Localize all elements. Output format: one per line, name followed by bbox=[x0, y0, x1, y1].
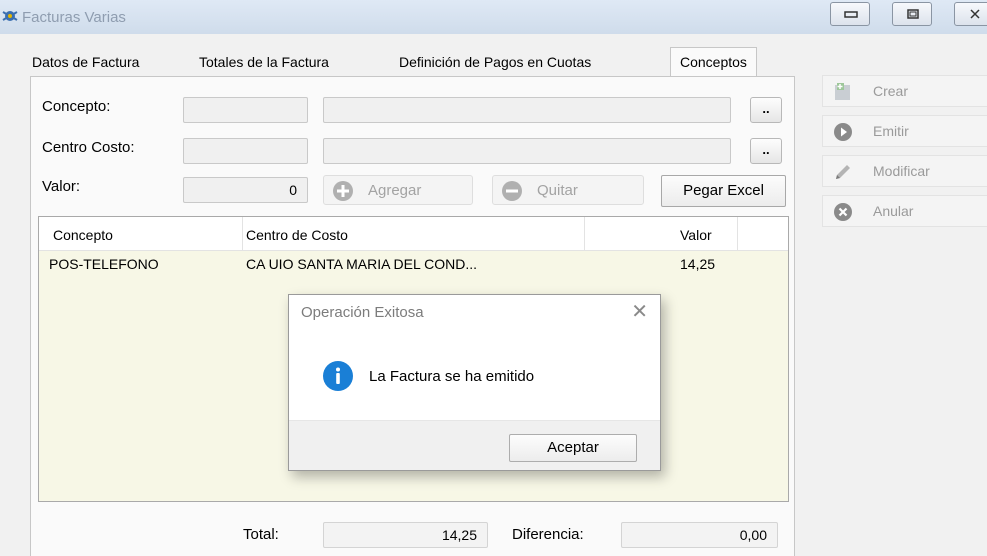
dialog-title: Operación Exitosa bbox=[301, 304, 424, 321]
emitir-button[interactable]: Emitir bbox=[822, 115, 987, 147]
tab-datos-factura[interactable]: Datos de Factura bbox=[28, 49, 143, 75]
centro-costo-description-input[interactable] bbox=[323, 138, 731, 164]
close-icon bbox=[970, 9, 980, 19]
concepto-label: Concepto: bbox=[42, 98, 111, 115]
pegar-excel-button[interactable]: Pegar Excel bbox=[661, 175, 786, 207]
total-label: Total: bbox=[243, 526, 279, 543]
grid-cell-valor[interactable]: 14,25 bbox=[680, 256, 715, 272]
centro-costo-label: Centro Costo: bbox=[42, 139, 135, 156]
quitar-button[interactable]: Quitar bbox=[492, 175, 644, 205]
crear-label: Crear bbox=[873, 83, 909, 99]
remove-icon bbox=[502, 181, 522, 201]
title-bar: Facturas Varias bbox=[0, 0, 987, 34]
info-icon bbox=[323, 361, 353, 391]
minimize-icon bbox=[844, 11, 858, 18]
cancel-icon bbox=[834, 203, 852, 221]
dialog-close-icon[interactable]: ✕ bbox=[631, 299, 648, 324]
modificar-button[interactable]: Modificar bbox=[822, 155, 987, 187]
add-icon bbox=[333, 181, 353, 201]
anular-button[interactable]: Anular bbox=[822, 195, 987, 227]
dialog-message: La Factura se ha emitido bbox=[369, 368, 535, 385]
modificar-label: Modificar bbox=[873, 163, 930, 179]
concepto-browse-button[interactable]: .. bbox=[750, 97, 782, 123]
aceptar-button[interactable]: Aceptar bbox=[509, 434, 637, 462]
diferencia-value: 0,00 bbox=[621, 522, 778, 548]
centro-costo-browse-button[interactable]: .. bbox=[750, 138, 782, 164]
tab-totales-factura[interactable]: Totales de la Factura bbox=[195, 49, 333, 75]
maximize-button[interactable] bbox=[892, 2, 932, 26]
maximize-icon bbox=[907, 9, 919, 19]
dialog-footer: Aceptar bbox=[289, 420, 660, 470]
quitar-label: Quitar bbox=[537, 182, 578, 199]
pencil-icon bbox=[836, 165, 850, 179]
tab-pagos-cuotas[interactable]: Definición de Pagos en Cuotas bbox=[395, 49, 595, 75]
agregar-button[interactable]: Agregar bbox=[323, 175, 473, 205]
new-document-icon bbox=[835, 83, 850, 100]
grid-cell-concepto[interactable]: POS-TELEFONO bbox=[49, 256, 159, 272]
tab-conceptos[interactable]: Conceptos bbox=[670, 47, 757, 77]
emitir-label: Emitir bbox=[873, 123, 909, 139]
close-window-button[interactable] bbox=[954, 2, 987, 26]
success-dialog: Operación Exitosa ✕ La Factura se ha emi… bbox=[288, 294, 661, 471]
diferencia-label: Diferencia: bbox=[512, 526, 584, 543]
valor-input[interactable]: 0 bbox=[183, 177, 308, 203]
play-icon bbox=[834, 123, 852, 141]
total-value: 14,25 bbox=[323, 522, 488, 548]
column-header-concepto[interactable]: Concepto bbox=[53, 227, 113, 243]
grid-header: Concepto Centro de Costo Valor bbox=[39, 217, 788, 251]
column-header-valor[interactable]: Valor bbox=[680, 227, 712, 243]
app-icon bbox=[2, 11, 18, 21]
window-title: Facturas Varias bbox=[22, 9, 126, 26]
concepto-code-input[interactable] bbox=[183, 97, 308, 123]
agregar-label: Agregar bbox=[368, 182, 422, 199]
minimize-button[interactable] bbox=[830, 2, 870, 26]
valor-label: Valor: bbox=[42, 178, 81, 195]
centro-costo-code-input[interactable] bbox=[183, 138, 308, 164]
grid-cell-centro-costo[interactable]: CA UIO SANTA MARIA DEL COND... bbox=[246, 256, 477, 272]
crear-button[interactable]: Crear bbox=[822, 75, 987, 107]
concepto-description-input[interactable] bbox=[323, 97, 731, 123]
anular-label: Anular bbox=[873, 203, 914, 219]
column-header-centro-costo[interactable]: Centro de Costo bbox=[246, 227, 348, 243]
